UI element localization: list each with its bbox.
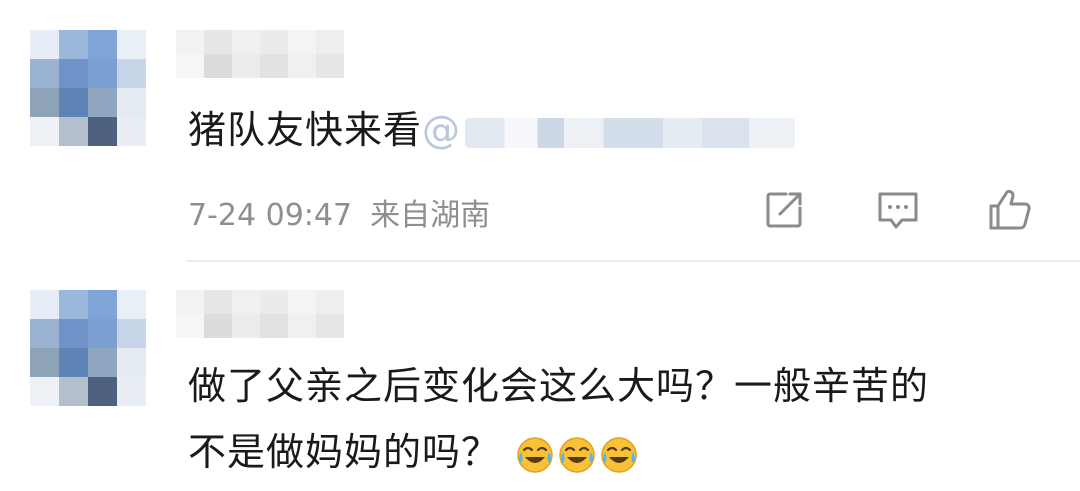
username[interactable] [176, 290, 344, 338]
crying-laughing-emoji-icon [559, 436, 595, 473]
crying-laughing-emoji-icon [601, 436, 637, 473]
comment-text-line-2-body: 不是做妈妈的吗？ [188, 430, 501, 474]
mention-prefix[interactable]: @ [422, 108, 461, 152]
comment-item: 做了父亲之后变化会这么大吗？一般辛苦的 不是做妈妈的吗？ [0, 262, 1080, 491]
crying-laughing-emoji-icon [517, 436, 553, 473]
share-icon[interactable] [760, 186, 808, 234]
like-icon[interactable] [986, 186, 1034, 234]
timestamp: 7-24 09:47 [188, 198, 353, 233]
comment-text-line-1: 做了父亲之后变化会这么大吗？一般辛苦的 [188, 364, 930, 408]
comment-text: 猪队友快来看@ [188, 100, 796, 160]
location: 来自湖南 [370, 198, 491, 233]
mention-username-blurred[interactable] [465, 117, 796, 148]
avatar[interactable] [30, 30, 146, 146]
comment-meta: 7-24 09:47 来自湖南 [188, 190, 490, 234]
comment-body: 猪队友快来看 [188, 108, 423, 152]
reply-icon[interactable] [874, 186, 922, 234]
comment-text-line-2: 不是做妈妈的吗？ [188, 422, 639, 482]
avatar[interactable] [30, 290, 146, 406]
username[interactable] [176, 30, 344, 78]
comment-item: 猪队友快来看@ 7-24 09:47 来自湖南 [0, 0, 1080, 262]
